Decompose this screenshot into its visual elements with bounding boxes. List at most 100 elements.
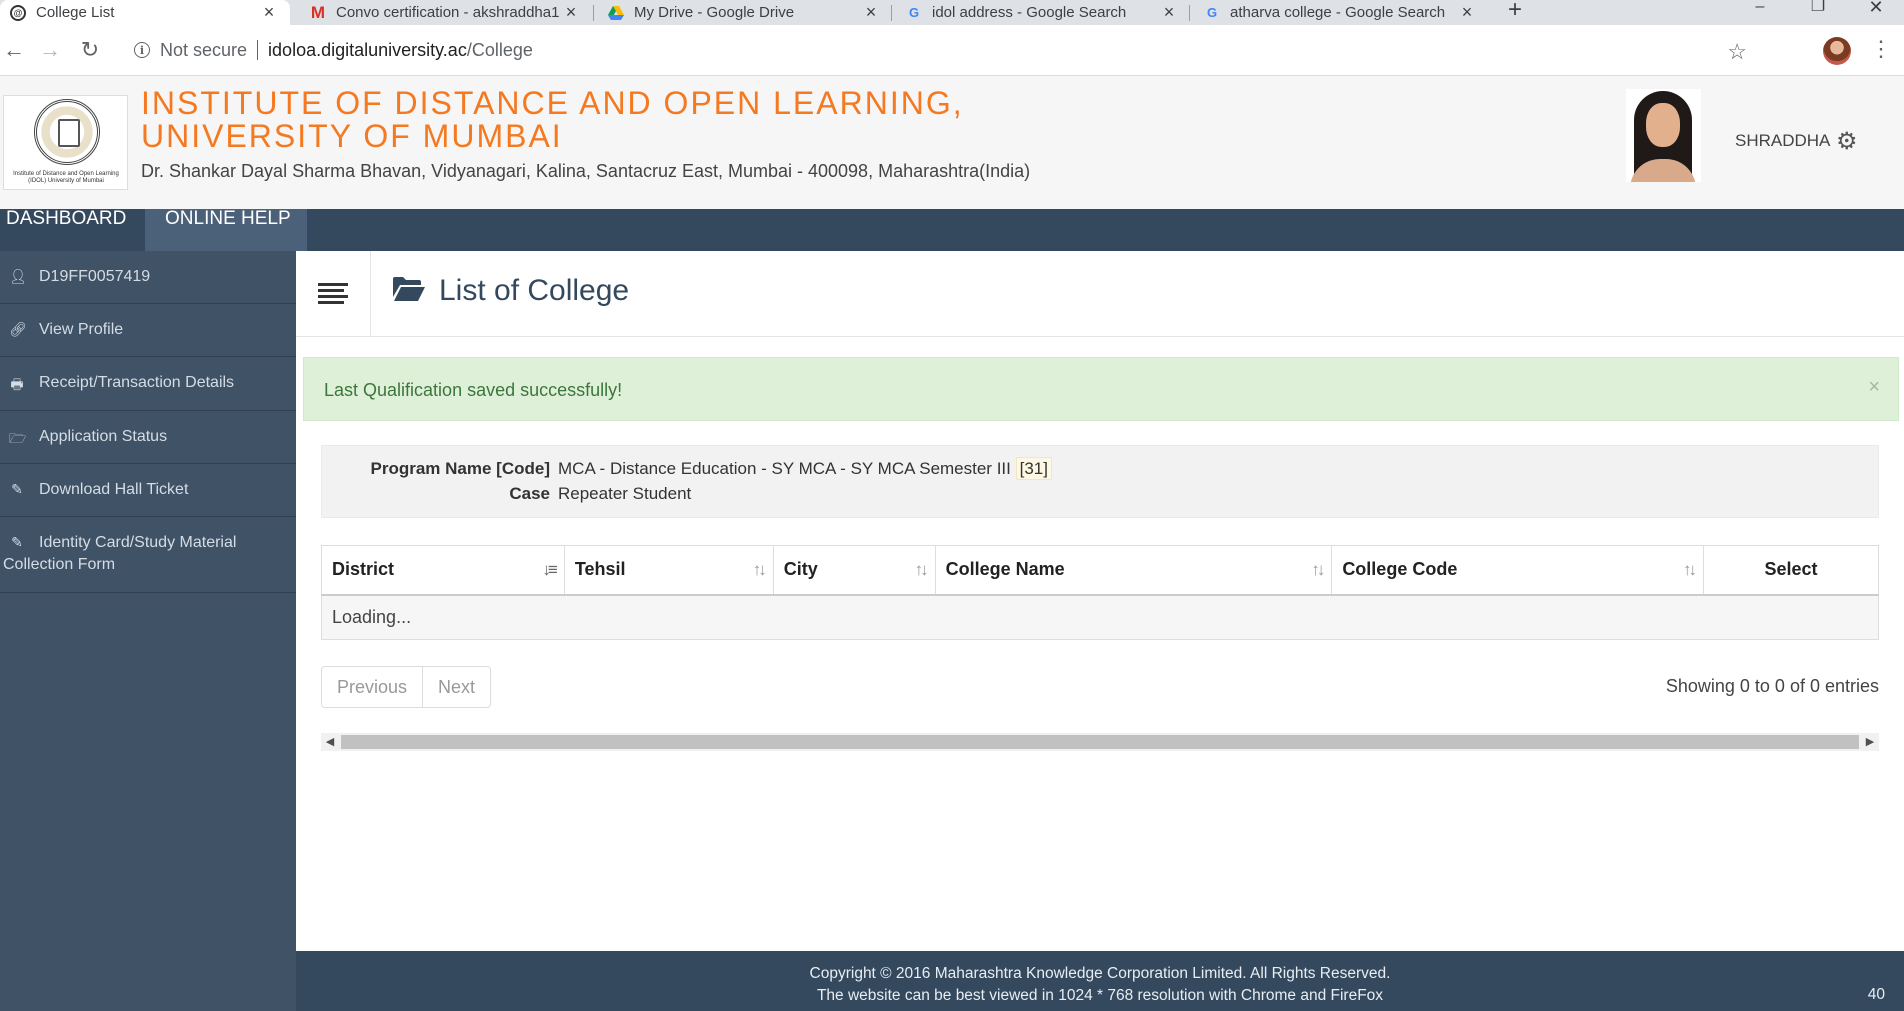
footer-page-number: 40 (1867, 986, 1885, 1003)
browser-profile-avatar[interactable] (1823, 37, 1851, 65)
gmail-icon: M (310, 2, 326, 22)
tab-title: College List (36, 4, 115, 21)
sort-icon: ↑↓ (752, 560, 767, 579)
close-icon[interactable]: × (260, 2, 278, 23)
new-tab-button[interactable]: + (1503, 0, 1527, 25)
tab-title: atharva college - Google Search (1230, 4, 1446, 21)
tab-google-drive[interactable]: My Drive - Google Drive × (598, 0, 888, 25)
column-header-city[interactable]: City ↑↓ (772, 545, 936, 596)
tab-separator (891, 5, 892, 21)
close-icon[interactable]: × (1868, 376, 1880, 399)
address-bar[interactable]: i Not secure idoloa.digitaluniversity.ac… (122, 33, 1777, 67)
close-icon[interactable]: × (562, 2, 580, 23)
reload-button[interactable]: ↻ (78, 39, 102, 61)
username[interactable]: SHRADDHA (1735, 131, 1830, 151)
sidebar-item-label: Download Hall Ticket (39, 481, 189, 498)
sidebar-item-application-status[interactable]: 🗁︎ Application Status (0, 411, 296, 464)
user-icon: 👤︎ (9, 268, 27, 284)
browser-menu-icon[interactable]: ⋮ (1870, 38, 1892, 60)
nav-dashboard[interactable]: DASHBOARD (0, 209, 140, 251)
footer-note: The website can be best viewed in 1024 *… (816, 987, 1384, 1004)
tab-gmail[interactable]: M Convo certification - akshraddha1 × (298, 0, 588, 25)
column-label: City (783, 559, 818, 580)
tab-title: My Drive - Google Drive (634, 4, 795, 21)
university-logo[interactable]: Institute of Distance and Open Learning … (3, 95, 128, 190)
url-path: /College (466, 39, 533, 60)
tab-google-search-atharva[interactable]: G atharva college - Google Search × (1194, 0, 1484, 25)
drive-icon (608, 5, 624, 21)
column-header-tehsil[interactable]: Tehsil ↑↓ (563, 545, 774, 596)
column-label: Tehsil (574, 559, 626, 580)
footer: Copyright © 2016 Maharashtra Knowledge C… (296, 951, 1904, 1011)
close-icon[interactable]: × (1458, 2, 1476, 23)
column-header-college-code[interactable]: College Code ↑↓ (1331, 545, 1705, 596)
security-label: Not secure (160, 39, 248, 60)
gears-icon[interactable]: ⚙ (1836, 127, 1858, 156)
page-title: List of College (439, 274, 630, 307)
tab-separator (1189, 5, 1190, 21)
tab-college-list[interactable]: @ College List × (0, 0, 290, 25)
sort-icon: ↑↓ (914, 560, 929, 579)
column-label: College Name (945, 559, 1065, 580)
bookmark-star-icon[interactable]: ☆ (1727, 39, 1747, 65)
sidebar-item-identity-card[interactable]: ✎ Identity Card/Study Material Collectio… (0, 517, 296, 593)
ticket-icon: ✎ (11, 481, 23, 497)
table-row: Loading... (321, 594, 1879, 640)
tab-title: Convo certification - akshraddha1 (336, 4, 560, 21)
program-code-badge: [31] (1015, 457, 1052, 480)
site-header: Institute of Distance and Open Learning … (0, 76, 1904, 209)
next-button[interactable]: Next (422, 667, 490, 707)
close-icon[interactable]: × (862, 2, 880, 23)
tab-title: idol address - Google Search (932, 4, 1127, 21)
folder-open-icon (393, 277, 425, 301)
main-content: List of College Last Qualification saved… (296, 251, 1904, 951)
sidebar-item-label: View Profile (39, 321, 124, 338)
scrollbar-thumb[interactable] (341, 735, 1859, 749)
institute-address: Dr. Shankar Dayal Sharma Bhavan, Vidyana… (141, 161, 1031, 181)
case-label: Case (509, 484, 550, 503)
top-nav: DASHBOARD ONLINE HELP (0, 209, 1904, 251)
column-label: College Code (1342, 559, 1458, 580)
logo-seal (34, 99, 100, 165)
close-icon[interactable]: × (1160, 2, 1178, 23)
column-header-district[interactable]: District ↓≡ (321, 545, 565, 596)
sidebar-item-hall-ticket[interactable]: ✎ Download Hall Ticket (0, 464, 296, 517)
restore-button[interactable]: ❐ (1795, 0, 1841, 22)
menu-toggle-button[interactable] (296, 251, 371, 337)
case-value: Repeater Student (558, 484, 692, 503)
window-close-button[interactable]: ✕ (1853, 0, 1899, 22)
info-icon[interactable]: i (134, 42, 150, 58)
browser-tab-strip: @ College List × M Convo certification -… (0, 0, 1904, 25)
program-name-label: Program Name [Code] (370, 459, 550, 478)
sidebar-item-receipt[interactable]: 🖶︎ Receipt/Transaction Details (0, 357, 296, 411)
forward-button[interactable]: → (38, 39, 62, 61)
tab-google-search-idol[interactable]: G idol address - Google Search × (896, 0, 1186, 25)
sidebar-item-label: D19FF0057419 (39, 268, 151, 285)
sidebar-item-user-id[interactable]: 👤︎ D19FF0057419 (0, 251, 296, 304)
scroll-right-icon[interactable]: ▶ (1863, 735, 1877, 748)
sort-ascending-icon: ↓≡ (542, 560, 558, 579)
back-button[interactable]: ← (2, 39, 26, 61)
user-photo (1626, 89, 1701, 182)
pagination: Previous Next (321, 666, 492, 708)
footer-copyright: Copyright © 2016 Maharashtra Knowledge C… (809, 965, 1391, 982)
college-table: District ↓≡ Tehsil ↑↓ City ↑↓ College Na… (321, 545, 1879, 640)
institute-title: INSTITUTE OF DISTANCE AND OPEN LEARNING,… (141, 87, 964, 153)
column-header-college-name[interactable]: College Name ↑↓ (934, 545, 1333, 596)
scroll-left-icon[interactable]: ◀ (323, 735, 337, 748)
institute-title-line1: INSTITUTE OF DISTANCE AND OPEN LEARNING, (141, 85, 964, 121)
column-label: District (332, 559, 395, 580)
sort-icon: ↑↓ (1683, 560, 1697, 579)
institute-title-line2: UNIVERSITY OF MUMBAI (141, 118, 563, 154)
horizontal-scrollbar[interactable]: ◀ ▶ (321, 733, 1879, 751)
minimize-button[interactable]: ‒ (1737, 0, 1783, 22)
hamburger-icon (318, 283, 348, 304)
link-icon: 🔗︎ (9, 321, 27, 337)
sidebar-item-view-profile[interactable]: 🔗︎ View Profile (0, 304, 296, 357)
sidebar-item-label: Application Status (39, 428, 168, 445)
sidebar-item-label: Identity Card/Study Material Collection … (3, 534, 237, 573)
page-header: List of College (371, 251, 1904, 337)
previous-button[interactable]: Previous (322, 667, 422, 707)
divider (257, 40, 259, 60)
nav-online-help[interactable]: ONLINE HELP (145, 209, 307, 251)
